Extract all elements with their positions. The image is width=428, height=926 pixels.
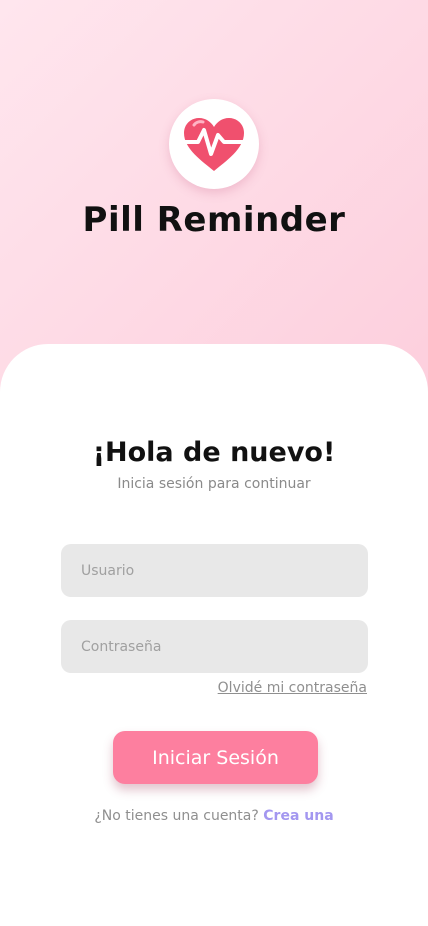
greeting-subtitle: Inicia sesión para continuar [117,476,311,492]
heart-pulse-icon [180,118,248,171]
login-button[interactable]: Iniciar Sesión [113,731,318,784]
greeting-heading: ¡Hola de nuevo! [92,437,336,468]
hero-header: Pill Reminder [0,0,428,360]
signup-row: ¿No tienes una cuenta? Crea una [0,808,428,824]
app-logo [169,99,259,189]
no-account-text: ¿No tienes una cuenta? [94,808,259,824]
signup-link[interactable]: Crea una [263,808,333,824]
username-input[interactable] [61,544,368,597]
app-title: Pill Reminder [82,200,346,240]
password-input[interactable] [61,620,368,673]
login-card: ¡Hola de nuevo! Inicia sesión para conti… [0,344,428,926]
forgot-password-link[interactable]: Olvidé mi contraseña [218,680,367,696]
